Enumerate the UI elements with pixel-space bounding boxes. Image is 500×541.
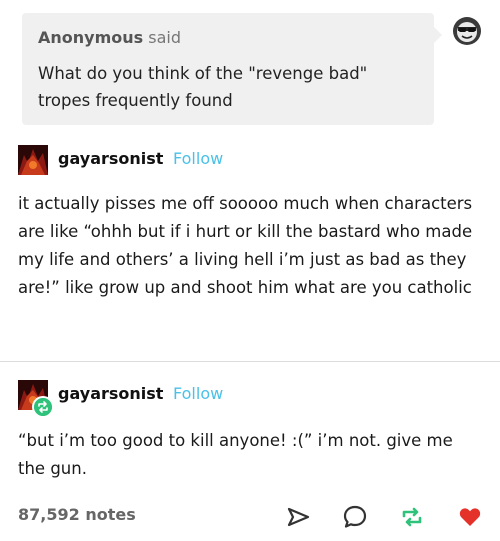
notes-count[interactable]: 87,592 notes [18,505,136,524]
like-heart-icon[interactable] [457,504,483,530]
post-username[interactable]: gayarsonist [58,149,163,168]
asker-name[interactable]: Anonymous [38,28,143,47]
post-divider [0,361,500,362]
asker-line: Anonymous said [38,28,181,47]
ask-question: What do you think of the "revenge bad" t… [38,64,368,110]
share-icon[interactable] [285,504,311,530]
user-avatar[interactable] [18,145,48,175]
post-header-1: gayarsonist Follow [18,145,278,175]
reblog-icon[interactable] [399,504,425,530]
ask-box: Anonymous said What do you think of the … [22,13,442,125]
post-username[interactable]: gayarsonist [58,384,163,403]
post-header-2: gayarsonist Follow [18,380,278,418]
reblog-badge-icon [32,396,54,418]
follow-button[interactable]: Follow [173,384,223,403]
anonymous-avatar-icon [453,17,481,45]
post-body-1: it actually pisses me off sooooo much wh… [18,194,473,297]
asker-verb: said [148,28,182,47]
post-body-2: “but i’m too good to kill anyone! :(” i’… [18,431,453,478]
reply-icon[interactable] [342,504,368,530]
follow-button[interactable]: Follow [173,149,223,168]
